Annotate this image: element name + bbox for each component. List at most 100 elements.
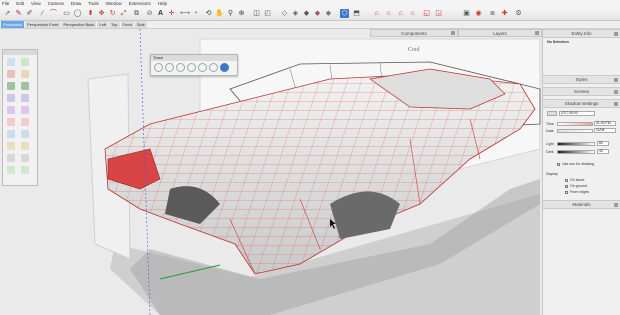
model-canvas[interactable]: Cool — [0, 29, 542, 315]
push-pull-tool-icon[interactable]: ⬍ — [86, 9, 95, 18]
on-faces-checkbox[interactable] — [565, 179, 568, 182]
menu-camera[interactable]: Camera — [48, 1, 64, 6]
shaded-icon[interactable]: ◆ — [302, 9, 311, 18]
menu-extensions[interactable]: Extensions — [129, 1, 151, 6]
zoom-icon[interactable] — [7, 166, 15, 174]
shadows-toggle-button[interactable] — [547, 111, 557, 116]
menu-window[interactable]: Window — [106, 1, 122, 6]
materials-header[interactable]: Materials — [543, 200, 620, 209]
date-field[interactable]: 11/08 — [594, 128, 616, 133]
light-field[interactable]: 80 — [597, 141, 609, 146]
previous-view-icon[interactable] — [209, 63, 218, 72]
date-slider[interactable] — [557, 129, 593, 133]
menu-help[interactable]: Help — [158, 1, 167, 6]
menu-view[interactable]: View — [31, 1, 41, 6]
close-icon[interactable] — [614, 90, 618, 94]
hidden-line-icon[interactable]: ◈ — [291, 9, 300, 18]
rectangle-tool-icon[interactable]: ▭ — [62, 9, 71, 18]
components-tray-header[interactable]: Components — [370, 29, 458, 37]
front-view-icon[interactable]: ⌂ — [372, 9, 381, 18]
tab-scene-top[interactable]: Top — [109, 21, 120, 28]
zoom-extents-tool-icon[interactable]: ⊕ — [237, 9, 246, 18]
rotate-tool-icon[interactable]: ↻ — [108, 9, 117, 18]
move-tool-icon[interactable]: ✥ — [97, 9, 106, 18]
zoom-icon[interactable] — [176, 63, 185, 72]
section-display-icon[interactable]: ◲ — [434, 9, 443, 18]
circle-icon[interactable] — [7, 106, 15, 114]
ruby-console-icon[interactable]: ⚙ — [514, 9, 523, 18]
layers-tray-header[interactable]: Layers — [458, 29, 542, 37]
section-plane-icon[interactable]: ◱ — [422, 9, 431, 18]
tab-scene-perspective-back[interactable]: Perspective Back — [61, 21, 97, 28]
dimension-icon[interactable] — [21, 142, 29, 150]
pan-icon[interactable] — [165, 63, 174, 72]
tab-scene-production[interactable]: Production — [1, 21, 25, 28]
rotate-icon[interactable] — [7, 130, 15, 138]
position-camera-icon[interactable] — [220, 63, 229, 72]
orbit-icon[interactable] — [7, 154, 15, 162]
light-slider[interactable] — [557, 142, 595, 146]
text-tool-icon[interactable]: A — [156, 9, 165, 18]
orbit-icon[interactable] — [154, 63, 163, 72]
back-edges-icon[interactable]: ◰ — [263, 9, 272, 18]
close-icon[interactable] — [614, 32, 618, 36]
close-icon[interactable] — [614, 78, 618, 82]
monochrome-icon[interactable]: ◆ — [324, 9, 333, 18]
follow-me-icon[interactable] — [21, 130, 29, 138]
scenes-header[interactable]: Scenes — [543, 87, 620, 96]
zoom-window-icon[interactable] — [21, 166, 29, 174]
axes-tool-icon[interactable]: ✛ — [167, 9, 176, 18]
polygon-icon[interactable] — [21, 106, 29, 114]
tape-measure-tool-icon[interactable]: ⊘ — [145, 9, 154, 18]
eraser-icon[interactable] — [21, 70, 29, 78]
line-icon[interactable] — [7, 82, 15, 90]
back-view-icon[interactable]: ⌂ — [396, 9, 405, 18]
pan-icon[interactable] — [21, 154, 29, 162]
tape-measure-icon[interactable] — [7, 142, 15, 150]
circle-tool-icon[interactable]: ◯ — [73, 9, 82, 18]
pan-tool-icon[interactable]: ✋ — [215, 9, 224, 18]
extension-warehouse-icon[interactable]: ◉ — [474, 9, 483, 18]
time-slider[interactable] — [557, 122, 593, 126]
rectangle-icon[interactable] — [7, 94, 15, 102]
wireframe-icon[interactable]: ◇ — [280, 9, 289, 18]
styles-header[interactable]: Styles — [543, 75, 620, 84]
entity-info-header[interactable]: Entity Info — [543, 29, 620, 38]
menu-tools[interactable]: Tools — [88, 1, 99, 6]
push-pull-icon[interactable] — [21, 118, 29, 126]
top-view-icon[interactable]: ⬒ — [352, 9, 361, 18]
on-ground-checkbox[interactable] — [565, 185, 568, 188]
arc-tool-icon[interactable]: ⌒ — [49, 9, 58, 18]
time-field[interactable]: 01:30 PM — [594, 121, 616, 126]
close-icon[interactable] — [614, 102, 618, 106]
tab-scene-side[interactable]: Side — [134, 21, 147, 28]
protractor-tool-icon[interactable]: ◔ — [191, 9, 200, 18]
shadow-settings-header[interactable]: Shadow Settings — [543, 99, 620, 108]
paint-bucket-icon[interactable] — [7, 70, 15, 78]
shaded-textures-icon[interactable]: ◆ — [313, 9, 322, 18]
move-icon[interactable] — [7, 118, 15, 126]
menu-file[interactable]: File — [2, 1, 9, 6]
zoom-window-icon[interactable] — [187, 63, 196, 72]
select-tool-icon[interactable]: ➚ — [3, 9, 12, 18]
offset-tool-icon[interactable]: ⧉ — [132, 9, 141, 18]
from-edges-checkbox[interactable] — [565, 191, 568, 194]
freehand-icon[interactable] — [21, 82, 29, 90]
menu-edit[interactable]: Edit — [16, 1, 24, 6]
3d-warehouse-icon[interactable]: ▣ — [462, 9, 471, 18]
scale-tool-icon[interactable]: ⤢ — [119, 9, 128, 18]
orbit-tool-icon[interactable]: ⟲ — [204, 9, 213, 18]
right-view-icon[interactable]: ⌂ — [384, 9, 393, 18]
dimension-tool-icon[interactable]: ⟷ — [180, 9, 190, 18]
model-viewport[interactable]: Cool — [0, 29, 542, 315]
close-icon[interactable] — [535, 31, 539, 35]
floating-toolbar-title[interactable]: Trace — [151, 55, 237, 61]
use-sun-checkbox[interactable] — [557, 163, 560, 166]
layout-icon[interactable]: ✚ — [500, 9, 509, 18]
make-component-icon[interactable] — [21, 58, 29, 66]
tab-scene-perspective-front[interactable]: Perspective Front — [25, 21, 61, 28]
zoom-extents-icon[interactable] — [198, 63, 207, 72]
tab-scene-left[interactable]: Left — [97, 21, 109, 28]
iso-view-icon[interactable]: ⬡ — [340, 9, 349, 18]
zoom-tool-icon[interactable]: ⚲ — [226, 9, 235, 18]
